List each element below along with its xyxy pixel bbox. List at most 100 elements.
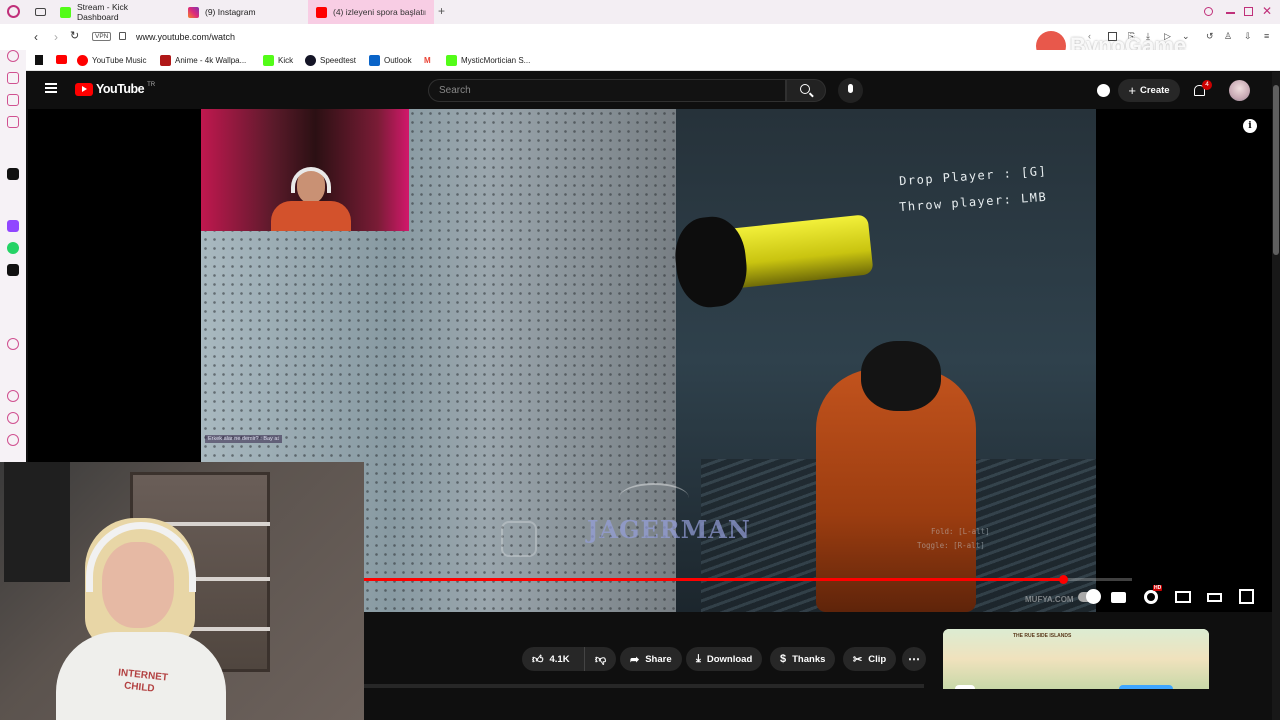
new-tab-button[interactable]: + bbox=[438, 4, 445, 18]
tab-kick-dashboard[interactable]: Stream - Kick Dashboard bbox=[52, 0, 178, 24]
youtube-music-icon bbox=[77, 55, 88, 66]
door-frame bbox=[4, 462, 70, 582]
corner-watermark: MUFYA.COM bbox=[1025, 595, 1074, 604]
page-scrollbar-thumb[interactable] bbox=[1273, 85, 1279, 255]
back-icon[interactable]: ‹ bbox=[34, 30, 38, 44]
hud-toggle: Toggle: [R-alt] bbox=[917, 541, 985, 550]
notifications-button[interactable]: 4 bbox=[1192, 80, 1212, 100]
minimize-icon[interactable] bbox=[1226, 12, 1235, 14]
chat-icon[interactable] bbox=[7, 412, 19, 424]
share-button[interactable]: ➦ Share bbox=[620, 647, 682, 671]
hamburger-middle-line bbox=[45, 87, 57, 89]
character-helmet bbox=[861, 341, 941, 411]
settings-button[interactable]: HD bbox=[1143, 585, 1163, 605]
avatar[interactable] bbox=[1229, 80, 1250, 101]
video-info-button[interactable]: i bbox=[1243, 119, 1257, 133]
subtitles-button[interactable] bbox=[1111, 589, 1127, 605]
youtube-logo[interactable]: YouTube TR bbox=[75, 82, 155, 96]
bookmark-label: Speedtest bbox=[320, 56, 357, 65]
tab-label: (4) izleyeni spora başlatır bbox=[333, 7, 426, 17]
thanks-button[interactable]: $ Thanks bbox=[770, 647, 836, 671]
kick-favicon-icon bbox=[263, 55, 274, 66]
opera-menu-icon[interactable] bbox=[7, 5, 20, 18]
bag-icon[interactable] bbox=[7, 72, 19, 84]
autoplay-knob bbox=[1086, 589, 1101, 604]
bookmark-youtube-music[interactable]: YouTube Music bbox=[77, 53, 147, 68]
vpn-badge[interactable]: VPN bbox=[92, 32, 112, 41]
clip-button[interactable]: ✂ Clip bbox=[843, 647, 897, 671]
aria-icon[interactable] bbox=[7, 50, 19, 62]
fullscreen-button[interactable] bbox=[1239, 589, 1255, 605]
share-icon: ➦ bbox=[630, 653, 640, 666]
share-label: Share bbox=[645, 653, 672, 665]
channel-watermark: JAGERMAN bbox=[587, 515, 751, 544]
youtube-bm-icon[interactable] bbox=[56, 55, 67, 64]
hud-fold: Fold: [L-alt] bbox=[931, 527, 990, 536]
antler-logo-icon bbox=[619, 483, 689, 513]
page-icon[interactable] bbox=[35, 55, 43, 65]
bookmarks-bar: YouTube Music Anime - 4k Wallpa... Kick … bbox=[0, 50, 1280, 71]
progress-scrubber[interactable] bbox=[1058, 575, 1068, 584]
search-input[interactable]: Search bbox=[428, 79, 786, 102]
autoplay-toggle[interactable] bbox=[1078, 589, 1101, 605]
dislike-button[interactable]: 👎︎ bbox=[584, 647, 616, 671]
create-shorts-icon[interactable] bbox=[1097, 84, 1110, 97]
download-button[interactable]: ⤓ Download bbox=[686, 647, 763, 671]
mail-icon[interactable] bbox=[7, 116, 19, 128]
miniplayer-button[interactable] bbox=[1175, 589, 1191, 605]
url-field[interactable]: www.youtube.com/watch bbox=[136, 32, 235, 42]
headphones-icon bbox=[291, 167, 331, 193]
robot-watermark-icon bbox=[501, 521, 537, 557]
thanks-icon: $ bbox=[780, 653, 787, 665]
whatsapp-icon[interactable] bbox=[7, 242, 19, 254]
tab-label: (9) Instagram bbox=[205, 7, 256, 17]
bookmark-speedtest[interactable]: Speedtest bbox=[305, 53, 356, 68]
theater-mode-button[interactable] bbox=[1207, 589, 1223, 605]
fullscreen-icon bbox=[1239, 589, 1254, 604]
bookmark-kick[interactable]: Kick bbox=[263, 53, 293, 68]
streamer-body bbox=[271, 201, 351, 231]
create-button[interactable]: + Create bbox=[1118, 79, 1180, 102]
kick-favicon-icon bbox=[60, 6, 71, 18]
voice-search-button[interactable] bbox=[838, 78, 863, 103]
bookmark-gmail[interactable]: M bbox=[424, 53, 431, 68]
bookmark-mysticmortician[interactable]: MysticMortician S... bbox=[446, 53, 530, 68]
ad-card[interactable]: THE RUE SIDE ISLANDS bbox=[943, 629, 1209, 689]
plus-icon: + bbox=[1128, 83, 1136, 98]
bookmark-label: YouTube Music bbox=[92, 56, 147, 65]
reload-icon[interactable]: ↻ bbox=[70, 29, 79, 42]
restore-icon[interactable] bbox=[1244, 7, 1253, 16]
ad-title: THE RUE SIDE ISLANDS bbox=[1013, 633, 1072, 639]
history-icon[interactable] bbox=[7, 390, 19, 402]
like-button[interactable]: 👍︎ 4.1K bbox=[522, 647, 584, 671]
search-button[interactable] bbox=[786, 79, 826, 102]
miniplayer-icon bbox=[1175, 591, 1191, 603]
search-tabs-icon[interactable] bbox=[1204, 7, 1213, 16]
ad-cta-button[interactable] bbox=[1119, 685, 1173, 689]
menu-icon[interactable]: ≡ bbox=[1264, 31, 1269, 41]
twitch-icon[interactable] bbox=[7, 220, 19, 232]
bookmark-label: MysticMortician S... bbox=[461, 56, 531, 65]
tab-instagram[interactable]: (9) Instagram bbox=[180, 0, 306, 24]
browser-tab-bar: Stream - Kick Dashboard (9) Instagram (4… bbox=[0, 0, 1280, 24]
thumbs-down-icon: 👎︎ bbox=[595, 653, 607, 666]
app-icon[interactable] bbox=[7, 168, 19, 180]
tab-label: Stream - Kick Dashboard bbox=[77, 2, 129, 22]
close-window-icon[interactable]: ✕ bbox=[1262, 4, 1272, 18]
x-icon[interactable] bbox=[7, 264, 19, 276]
ad-avatar bbox=[955, 685, 975, 689]
bookmark-outlook[interactable]: Outlook bbox=[369, 53, 412, 68]
thumbs-up-icon: 👍︎ bbox=[532, 653, 544, 666]
more-actions-button[interactable]: ⋯ bbox=[902, 647, 926, 671]
gamepad-icon[interactable] bbox=[7, 94, 19, 106]
workspaces-icon[interactable] bbox=[35, 8, 46, 16]
add-icon[interactable] bbox=[7, 338, 19, 350]
gmail-icon: M bbox=[424, 56, 431, 65]
browser-sidebar bbox=[0, 50, 26, 462]
forward-icon[interactable]: › bbox=[54, 30, 58, 44]
tab-youtube-active[interactable]: (4) izleyeni spora başlatır bbox=[308, 0, 434, 24]
settings-icon[interactable] bbox=[7, 434, 19, 446]
bookmark-anime-wallpaper[interactable]: Anime - 4k Wallpa... bbox=[160, 53, 246, 68]
chat-overlay: Erkek alar ne demir? : Bay at bbox=[205, 435, 282, 443]
subtitles-icon bbox=[1111, 592, 1126, 603]
